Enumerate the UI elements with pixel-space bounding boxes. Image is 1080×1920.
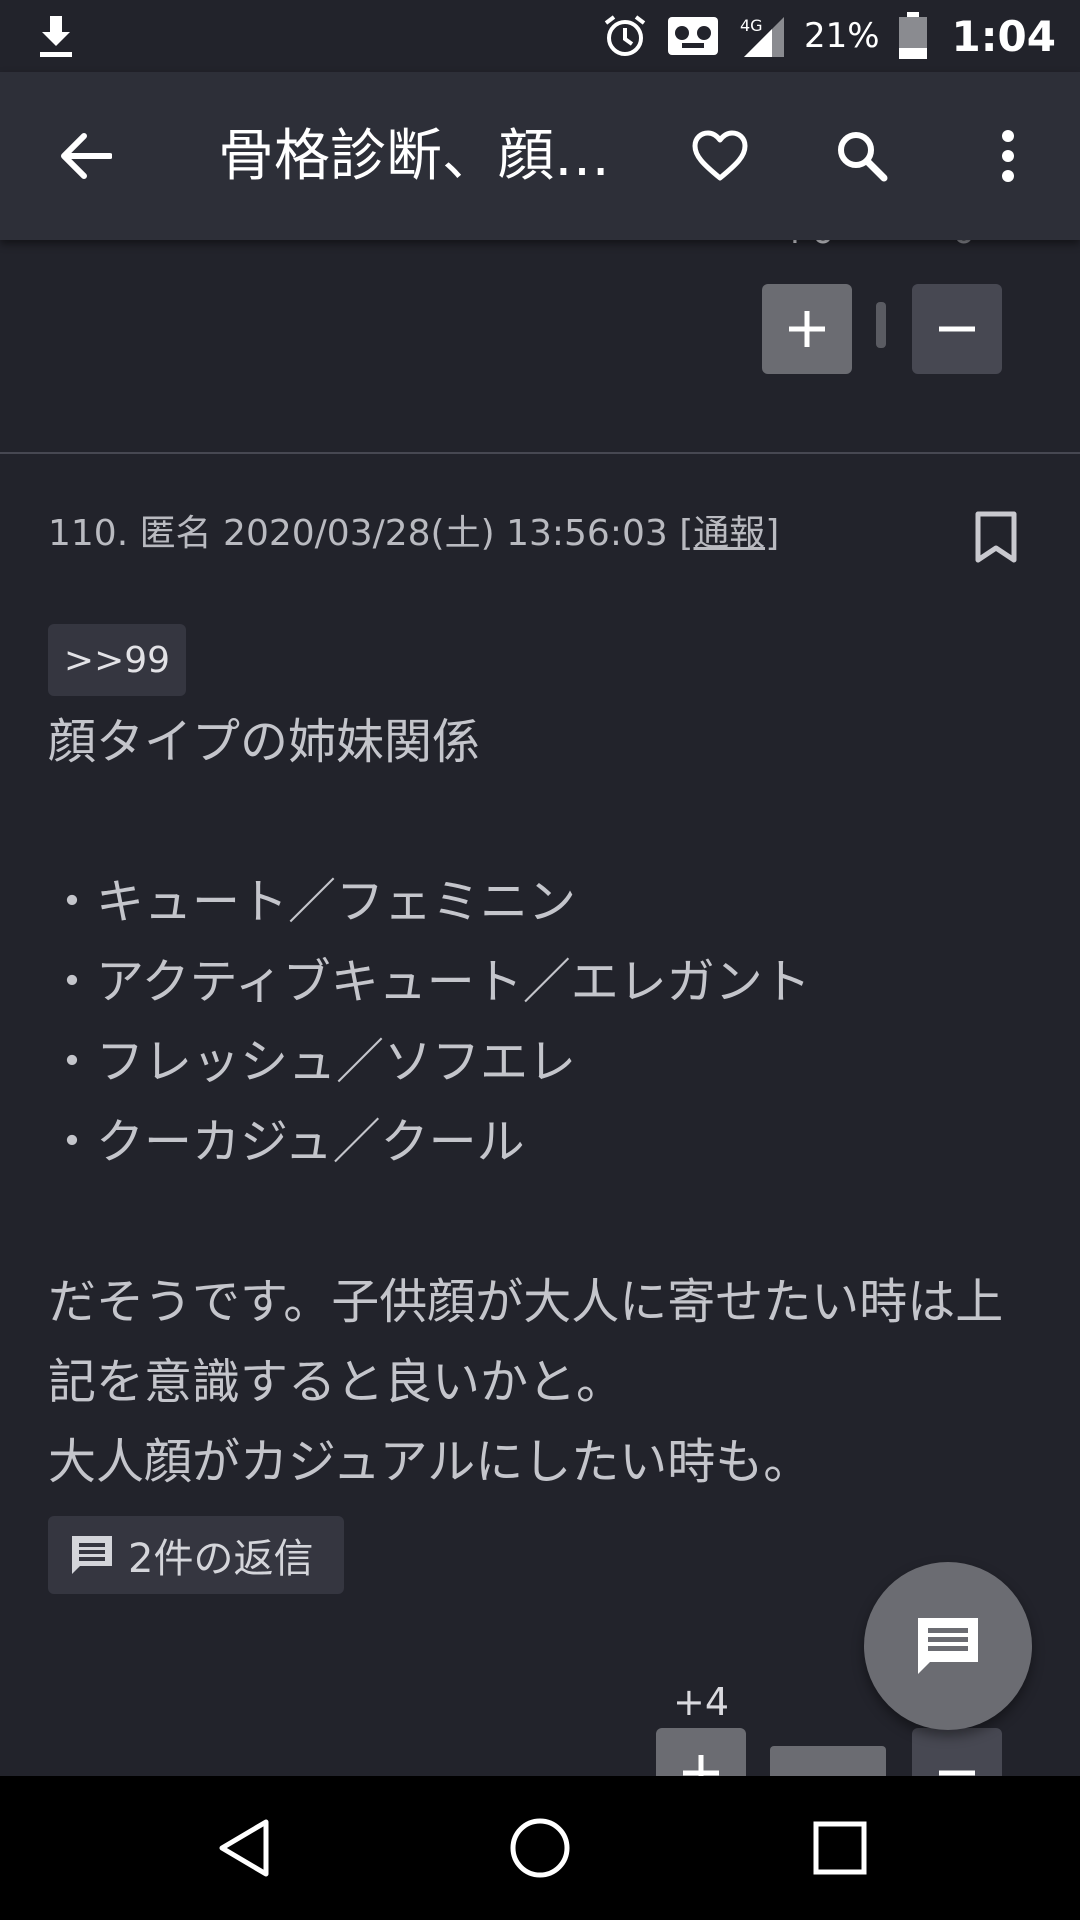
nav-back-icon xyxy=(219,1819,269,1877)
back-arrow-icon xyxy=(61,133,112,179)
post-body-line: だそうです。子供顔が大人に寄せたい時は上 xyxy=(48,1274,1004,1330)
nav-home-icon xyxy=(510,1818,570,1878)
more-options-button[interactable] xyxy=(968,116,1048,196)
comment-icon xyxy=(72,1536,112,1574)
bookmark-button[interactable] xyxy=(972,510,1020,566)
post-meta: 110. 匿名 2020/03/28(土) 13:56:03 xyxy=(48,513,680,554)
vote-ratio-bar xyxy=(770,1746,886,1776)
system-nav-bar xyxy=(0,1776,1080,1920)
report-link[interactable]: [通報] xyxy=(679,513,779,554)
plus-icon xyxy=(683,1755,719,1776)
minus-icon xyxy=(939,1770,975,1776)
minus-vote-button[interactable] xyxy=(912,284,1002,374)
nav-home-button[interactable] xyxy=(500,1808,580,1888)
signal-icon: 4G xyxy=(740,16,784,57)
more-vert-icon xyxy=(1002,130,1014,182)
reply-anchor-link[interactable]: >>99 xyxy=(48,624,186,696)
favorite-button[interactable] xyxy=(680,116,760,196)
post-body-line: ・クーカジュ／クール xyxy=(48,1114,525,1170)
compose-reply-fab[interactable] xyxy=(864,1562,1032,1730)
post-divider xyxy=(0,452,1080,454)
status-bar: 4G 21% 1:04 xyxy=(0,0,1080,72)
post-body-line: 大人顔がカジュアルにしたい時も。 xyxy=(48,1434,812,1490)
battery-icon xyxy=(898,12,927,59)
post-body-line: ・フレッシュ／ソフエレ xyxy=(48,1034,577,1090)
download-icon xyxy=(40,16,72,57)
status-right: 4G 21% 1:04 xyxy=(602,0,1056,72)
chat-icon xyxy=(918,1618,978,1674)
heart-icon xyxy=(692,130,748,181)
nav-recents-button[interactable] xyxy=(800,1808,880,1888)
voicemail-icon xyxy=(667,17,718,55)
clock-time: 1:04 xyxy=(951,11,1056,61)
replies-button[interactable]: 2件の返信 xyxy=(48,1516,344,1594)
replies-label: 2件の返信 xyxy=(128,1536,314,1582)
nav-recents-icon xyxy=(813,1821,867,1875)
post-body-line: ・アクティブキュート／エレガント xyxy=(48,954,811,1010)
battery-percent: 21% xyxy=(803,16,880,56)
post-body-line: ・キュート／フェミニン xyxy=(48,874,577,930)
post-header: 110. 匿名 2020/03/28(土) 13:56:03 [通報] xyxy=(48,504,779,556)
back-button[interactable] xyxy=(46,116,126,196)
app-bar: 骨格診断、顔… xyxy=(0,72,1080,240)
content-area[interactable]: +0 -0 110. 匿名 2020/03/28(土) 13:56:03 [通報… xyxy=(0,240,1080,1776)
plus-vote-button[interactable] xyxy=(656,1728,746,1776)
search-icon xyxy=(838,132,888,182)
search-button[interactable] xyxy=(822,116,902,196)
minus-vote-button[interactable] xyxy=(912,1728,1002,1776)
alarm-icon xyxy=(604,15,646,56)
plus-vote-count: +4 xyxy=(672,1680,730,1724)
nav-back-button[interactable] xyxy=(204,1808,284,1888)
network-type-label: 4G xyxy=(740,16,763,35)
page-title: 骨格診断、顔… xyxy=(218,124,610,189)
bookmark-icon xyxy=(975,511,1017,563)
plus-vote-button[interactable] xyxy=(762,284,852,374)
minus-vote-count: -0 xyxy=(912,240,1002,252)
plus-vote-count: +0 xyxy=(762,240,852,252)
plus-icon xyxy=(789,311,825,347)
minus-icon xyxy=(939,326,975,332)
post-body-line: 記を意識すると良いかと。 xyxy=(48,1354,625,1410)
vote-ratio-bar xyxy=(876,302,886,348)
post-body-line: 顔タイプの姉妹関係 xyxy=(48,714,481,770)
